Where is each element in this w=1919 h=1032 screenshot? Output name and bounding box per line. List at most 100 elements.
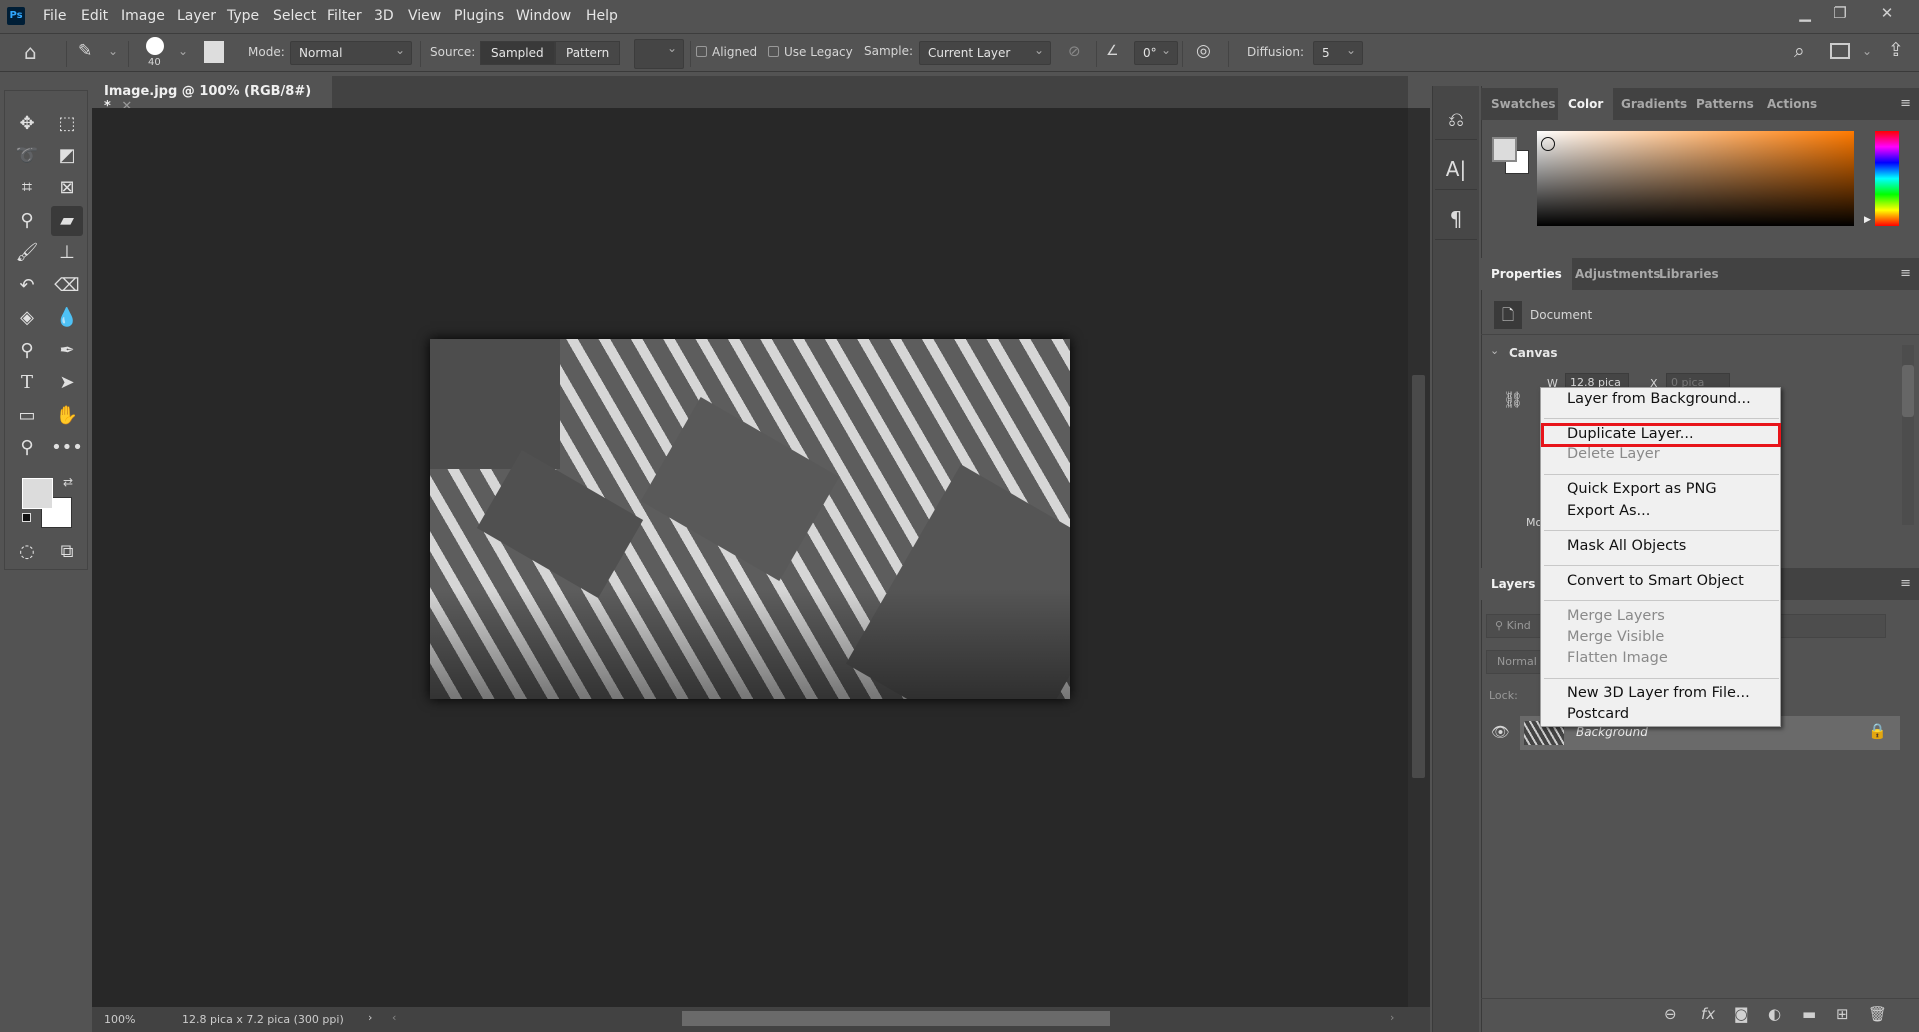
panel-menu-icon[interactable]: ≡ [1900, 576, 1911, 591]
aligned-checkbox[interactable]: Aligned [696, 45, 757, 59]
scroll-left-icon[interactable]: ‹ [392, 1011, 396, 1024]
menu-view[interactable]: View [408, 8, 441, 24]
angle-input[interactable]: 0° [1134, 41, 1178, 65]
link-layers-icon[interactable]: ⊖ [1664, 1005, 1677, 1023]
zoom-level[interactable]: 100% [104, 1013, 135, 1026]
pressure-size-icon[interactable]: ◎ [1196, 41, 1211, 61]
sample-select[interactable]: Current Layer [919, 41, 1051, 65]
menu-item-quick-export-png[interactable]: Quick Export as PNG [1567, 481, 1717, 497]
brush-tip-icon[interactable] [146, 37, 164, 55]
tab-actions[interactable]: Actions [1757, 88, 1827, 120]
blur-tool-icon[interactable]: 💧 [51, 303, 83, 333]
default-colors-icon[interactable] [22, 513, 31, 522]
pattern-picker[interactable] [634, 39, 684, 69]
search-icon[interactable]: ⌕ [1794, 40, 1805, 62]
lasso-tool-icon[interactable]: ➰ [11, 141, 43, 171]
scroll-right-icon[interactable]: › [1390, 1011, 1394, 1024]
use-legacy-checkbox[interactable]: Use Legacy [768, 45, 853, 59]
ignore-adjustment-icon[interactable]: ⊘ [1068, 42, 1081, 60]
rectangle-tool-icon[interactable]: ▭ [11, 401, 43, 431]
chevron-down-icon[interactable]: ⌄ [1862, 44, 1872, 58]
chevron-down-icon[interactable]: ⌄ [1490, 344, 1499, 357]
menu-item-export-as[interactable]: Export As... [1567, 503, 1650, 519]
tab-color[interactable]: Color [1558, 88, 1614, 120]
source-sampled-button[interactable]: Sampled [480, 41, 555, 65]
add-mask-icon[interactable]: ◙ [1734, 1005, 1749, 1023]
dodge-tool-icon[interactable]: ⚲ [11, 336, 43, 366]
brush-tool-icon[interactable]: 🖌 [11, 238, 43, 268]
canvas-image[interactable] [430, 339, 1070, 699]
document-tab[interactable]: Image.jpg @ 100% (RGB/8#) * ✕ [92, 76, 332, 114]
chevron-down-icon[interactable]: ⌄ [108, 44, 118, 58]
menu-image[interactable]: Image [121, 8, 165, 24]
new-layer-icon[interactable]: ⊞ [1836, 1005, 1849, 1023]
object-selection-tool-icon[interactable]: ◩ [51, 141, 83, 171]
frame-tool-icon[interactable]: ⊠ [51, 173, 83, 203]
menu-type[interactable]: Type [227, 8, 259, 24]
eye-icon[interactable]: 👁 [1491, 723, 1510, 741]
menu-item-mask-all-objects[interactable]: Mask All Objects [1567, 538, 1686, 554]
workspace-icon[interactable] [1830, 43, 1850, 59]
fx-icon[interactable]: fx [1701, 1005, 1715, 1023]
panel-menu-icon[interactable]: ≡ [1900, 96, 1911, 111]
tab-swatches[interactable]: Swatches [1481, 88, 1566, 120]
menu-filter[interactable]: Filter [327, 8, 362, 24]
hue-slider[interactable] [1875, 131, 1899, 226]
menu-window[interactable]: Window [516, 8, 571, 24]
source-pattern-button[interactable]: Pattern [555, 41, 621, 65]
menu-plugins[interactable]: Plugins [454, 8, 504, 24]
menu-file[interactable]: File [43, 8, 66, 24]
paragraph-panel-icon[interactable]: ¶ [1435, 194, 1477, 240]
properties-scrollbar[interactable] [1902, 345, 1914, 525]
menu-select[interactable]: Select [273, 8, 316, 24]
tab-layers[interactable]: Layers [1481, 568, 1546, 600]
share-icon[interactable]: ⇪ [1888, 39, 1904, 61]
minimize-icon[interactable]: ▁ [1788, 2, 1822, 24]
path-selection-tool-icon[interactable]: ➤ [51, 368, 83, 398]
vertical-scroll-thumb[interactable] [1412, 375, 1425, 778]
swap-colors-icon[interactable]: ⇄ [63, 475, 73, 489]
tab-properties[interactable]: Properties [1481, 258, 1572, 290]
hand-tool-icon[interactable]: ✋ [51, 401, 83, 431]
delete-layer-icon[interactable]: 🗑 [1868, 1005, 1887, 1023]
paint-bucket-tool-icon[interactable]: ◈ [11, 303, 43, 333]
character-panel-icon[interactable]: A| [1435, 144, 1477, 190]
diffusion-select[interactable]: 5 [1313, 41, 1363, 65]
chevron-down-icon[interactable]: ⌄ [178, 44, 188, 58]
eraser-tool-icon[interactable]: ⌫ [51, 271, 83, 301]
menu-item-postcard[interactable]: Postcard [1567, 706, 1629, 722]
more-tools-icon[interactable]: ••• [51, 433, 83, 463]
menu-help[interactable]: Help [586, 8, 618, 24]
quick-mask-icon[interactable]: ◌ [11, 537, 43, 567]
screen-mode-icon[interactable]: ⧉ [51, 537, 83, 567]
mode-select[interactable]: Normal [290, 41, 412, 65]
menu-item-layer-from-background[interactable]: Layer from Background... [1567, 391, 1751, 407]
eyedropper-tool-icon[interactable]: ⚲ [11, 206, 43, 236]
history-brush-tool-icon[interactable]: ↶ [11, 271, 43, 301]
marquee-tool-icon[interactable]: ⬚ [51, 109, 83, 139]
hue-slider-handle-icon[interactable]: ▶ [1864, 215, 1871, 225]
clone-stamp-tool-icon[interactable]: ⊥ [51, 238, 83, 268]
move-tool-icon[interactable]: ✥ [11, 109, 43, 139]
lock-icon[interactable]: 🔒 [1868, 722, 1887, 740]
home-icon[interactable]: ⌂ [24, 40, 37, 64]
link-icon[interactable]: ⛓ [1503, 390, 1523, 409]
close-icon[interactable]: ✕ [1870, 2, 1904, 24]
menu-edit[interactable]: Edit [81, 8, 108, 24]
adjustment-layer-icon[interactable]: ◐ [1768, 1005, 1781, 1023]
zoom-tool-icon[interactable]: ⚲ [11, 433, 43, 463]
clone-source-icon[interactable] [204, 41, 224, 63]
tab-gradients[interactable]: Gradients [1611, 88, 1697, 120]
menu-layer[interactable]: Layer [177, 8, 216, 24]
pen-tool-icon[interactable]: ✒ [51, 336, 83, 366]
color-foreground-swatch[interactable] [1492, 137, 1517, 162]
tab-patterns[interactable]: Patterns [1686, 88, 1764, 120]
menu-item-new-3d-layer-from-file[interactable]: New 3D Layer from File... [1567, 685, 1750, 701]
tab-libraries[interactable]: Libraries [1649, 258, 1729, 290]
horizontal-scroll-thumb[interactable] [682, 1011, 1110, 1026]
history-panel-icon[interactable]: ⎌ [1435, 94, 1477, 140]
crop-tool-icon[interactable]: ⌗ [11, 173, 43, 203]
menu-item-convert-to-smart-object[interactable]: Convert to Smart Object [1567, 573, 1744, 589]
foreground-color-swatch[interactable] [22, 478, 53, 509]
type-tool-icon[interactable]: T [11, 368, 43, 398]
